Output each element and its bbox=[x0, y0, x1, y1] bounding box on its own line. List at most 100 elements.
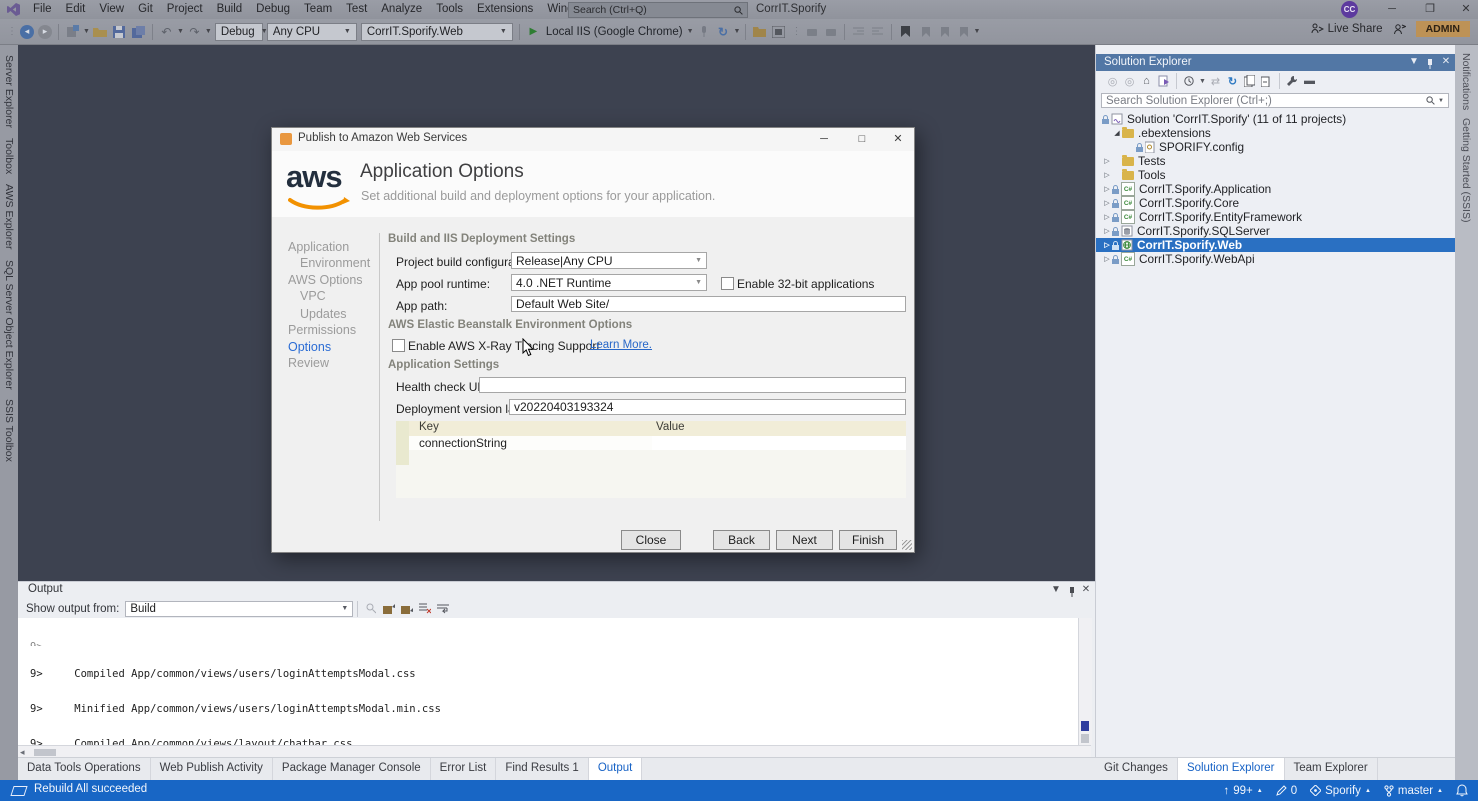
find-in-files-icon[interactable] bbox=[751, 23, 768, 40]
goto-next-message-icon[interactable] bbox=[398, 601, 416, 616]
xray-checkbox[interactable] bbox=[392, 339, 405, 352]
tab-sql-server-object-explorer[interactable]: SQL Server Object Explorer bbox=[3, 260, 15, 390]
open-folder-icon[interactable] bbox=[92, 23, 109, 40]
tab-error-list[interactable]: Error List bbox=[431, 758, 497, 781]
tab-web-publish-activity[interactable]: Web Publish Activity bbox=[151, 758, 273, 781]
output-log[interactable]: 9> 9> Compiled App/common/views/users/lo… bbox=[18, 618, 1078, 745]
undo-dropdown-icon[interactable]: ▼ bbox=[177, 28, 184, 35]
solution-explorer-title-bar[interactable]: Solution Explorer ▼ ✕ bbox=[1096, 54, 1456, 71]
navigate-forward-icon[interactable]: ▸ bbox=[38, 25, 52, 39]
nav-updates[interactable]: Updates bbox=[288, 306, 370, 322]
nav-permissions[interactable]: Permissions bbox=[288, 322, 370, 338]
save-all-icon[interactable] bbox=[130, 23, 147, 40]
se-close-icon[interactable]: ✕ bbox=[1438, 56, 1454, 67]
nav-review[interactable]: Review bbox=[288, 355, 370, 371]
redo-dropdown-icon[interactable]: ▼ bbox=[205, 28, 212, 35]
health-check-input[interactable] bbox=[479, 377, 906, 393]
next-bookmark-icon[interactable] bbox=[935, 23, 952, 40]
version-input[interactable]: v20220403193324 bbox=[509, 399, 906, 415]
collapsed-icon[interactable]: ▷ bbox=[1102, 185, 1112, 193]
collapse-all-icon[interactable] bbox=[1258, 73, 1275, 89]
toggle-bookmark-icon[interactable] bbox=[897, 23, 914, 40]
build-config-select[interactable]: Release|Any CPU▼ bbox=[511, 252, 707, 269]
close-button[interactable]: ✕ bbox=[1450, 0, 1478, 19]
close-button[interactable]: Close bbox=[621, 530, 681, 550]
output-close-icon[interactable]: ✕ bbox=[1078, 584, 1094, 595]
tree-item-tests[interactable]: ▷ Tests bbox=[1096, 154, 1456, 168]
menu-view[interactable]: View bbox=[92, 0, 131, 19]
tree-item-project-application[interactable]: ▷ C# CorrIT.Sporify.Application bbox=[1096, 182, 1456, 196]
solution-configuration-select[interactable]: Debug▼ bbox=[215, 23, 263, 41]
resize-grip[interactable] bbox=[902, 540, 912, 550]
new-project-icon[interactable] bbox=[64, 23, 81, 40]
menu-git[interactable]: Git bbox=[131, 0, 160, 19]
tree-item-solution[interactable]: Solution 'CorrIT.Sporify' (11 of 11 proj… bbox=[1096, 112, 1456, 126]
nav-application[interactable]: Application bbox=[288, 239, 370, 255]
tab-notifications[interactable]: Notifications bbox=[1460, 53, 1472, 110]
back-button[interactable]: Back bbox=[713, 530, 770, 550]
output-window-position-icon[interactable]: ▼ bbox=[1048, 584, 1064, 595]
pending-changes-filter-icon[interactable] bbox=[1181, 73, 1198, 89]
repository-button[interactable]: Sporify▲ bbox=[1310, 785, 1371, 797]
tab-ssis-toolbox[interactable]: SSIS Toolbox bbox=[3, 399, 15, 462]
sync-icon[interactable]: ⇄ bbox=[1207, 73, 1224, 89]
collapsed-icon[interactable]: ▷ bbox=[1102, 213, 1112, 221]
menu-project[interactable]: Project bbox=[160, 0, 210, 19]
bell-icon[interactable] bbox=[1456, 784, 1468, 797]
setting-key-cell[interactable]: connectionString bbox=[409, 436, 652, 450]
dialog-title-bar[interactable]: Publish to Amazon Web Services ─ □ ✕ bbox=[272, 128, 914, 151]
decrease-indent-icon[interactable] bbox=[850, 23, 867, 40]
account-avatar[interactable]: CC bbox=[1341, 1, 1358, 18]
start-debugging-icon[interactable]: ▶ bbox=[525, 23, 542, 40]
tab-server-explorer[interactable]: Server Explorer bbox=[3, 55, 15, 128]
menu-test[interactable]: Test bbox=[339, 0, 374, 19]
tree-item-project-web-selected[interactable]: ▷ CorrIT.Sporify.Web bbox=[1096, 238, 1456, 252]
run-target-label[interactable]: Local IIS (Google Chrome) bbox=[546, 26, 683, 38]
menu-team[interactable]: Team bbox=[297, 0, 339, 19]
solution-explorer-search-input[interactable]: Search Solution Explorer (Ctrl+;) ▼ bbox=[1101, 93, 1449, 108]
collapsed-icon[interactable]: ▷ bbox=[1102, 255, 1112, 263]
tree-item-tools[interactable]: ▷ Tools bbox=[1096, 168, 1456, 182]
tab-getting-started-ssis[interactable]: Getting Started (SSIS) bbox=[1460, 118, 1472, 222]
toolbar-grip[interactable]: ⋮ bbox=[7, 26, 15, 37]
se-pin-icon[interactable] bbox=[1422, 56, 1438, 69]
search-options-icon[interactable]: ▼ bbox=[1438, 98, 1444, 104]
navigate-forward-history-icon[interactable] bbox=[822, 23, 839, 40]
collapsed-icon[interactable]: ▷ bbox=[1102, 227, 1112, 235]
goto-previous-message-icon[interactable] bbox=[380, 601, 398, 616]
navigate-backward-history-icon[interactable] bbox=[803, 23, 820, 40]
dialog-maximize-button[interactable]: □ bbox=[848, 128, 876, 151]
collapsed-icon[interactable]: ▷ bbox=[1102, 199, 1112, 207]
code-map-icon[interactable] bbox=[770, 23, 787, 40]
show-all-files-icon[interactable] bbox=[1241, 73, 1258, 89]
nav-environment[interactable]: Environment bbox=[288, 255, 370, 271]
se-window-position-icon[interactable]: ▼ bbox=[1406, 56, 1422, 67]
preview-selected-items-icon[interactable]: ▬ bbox=[1301, 73, 1318, 89]
refresh-icon[interactable]: ↻ bbox=[715, 23, 732, 40]
output-source-select[interactable]: Build▼ bbox=[125, 601, 353, 617]
runtime-select[interactable]: 4.0 .NET Runtime▼ bbox=[511, 274, 707, 291]
word-wrap-icon[interactable] bbox=[434, 601, 452, 616]
tree-item-project-sqlserver[interactable]: ▷ CorrIT.Sporify.SQLServer bbox=[1096, 224, 1456, 238]
menu-analyze[interactable]: Analyze bbox=[374, 0, 429, 19]
undo-icon[interactable]: ↶ bbox=[158, 23, 175, 40]
menu-debug[interactable]: Debug bbox=[249, 0, 297, 19]
properties-wrench-icon[interactable] bbox=[1284, 73, 1301, 89]
send-feedback-icon[interactable] bbox=[1393, 23, 1406, 35]
tab-toolbox[interactable]: Toolbox bbox=[3, 138, 15, 174]
menu-build[interactable]: Build bbox=[210, 0, 250, 19]
push-count-button[interactable]: ↑ 99+▲ bbox=[1224, 785, 1263, 797]
app-settings-table[interactable]: Key Value connectionString bbox=[396, 421, 906, 498]
enable-32bit-checkbox[interactable] bbox=[721, 277, 734, 290]
restore-button[interactable]: ❐ bbox=[1414, 0, 1446, 19]
tree-item-ebextensions[interactable]: ◢ .ebextensions bbox=[1096, 126, 1456, 140]
quick-search-input[interactable]: Search (Ctrl+Q) bbox=[568, 2, 748, 18]
minimize-button[interactable]: ─ bbox=[1376, 0, 1408, 19]
navigate-back-icon[interactable]: ◂ bbox=[20, 25, 34, 39]
increase-indent-icon[interactable] bbox=[869, 23, 886, 40]
learn-more-link[interactable]: Learn More. bbox=[590, 339, 652, 351]
tree-item-project-core[interactable]: ▷ C# CorrIT.Sporify.Core bbox=[1096, 196, 1456, 210]
menu-edit[interactable]: Edit bbox=[59, 0, 93, 19]
tab-find-results-1[interactable]: Find Results 1 bbox=[496, 758, 589, 781]
clear-all-icon[interactable] bbox=[416, 601, 434, 616]
